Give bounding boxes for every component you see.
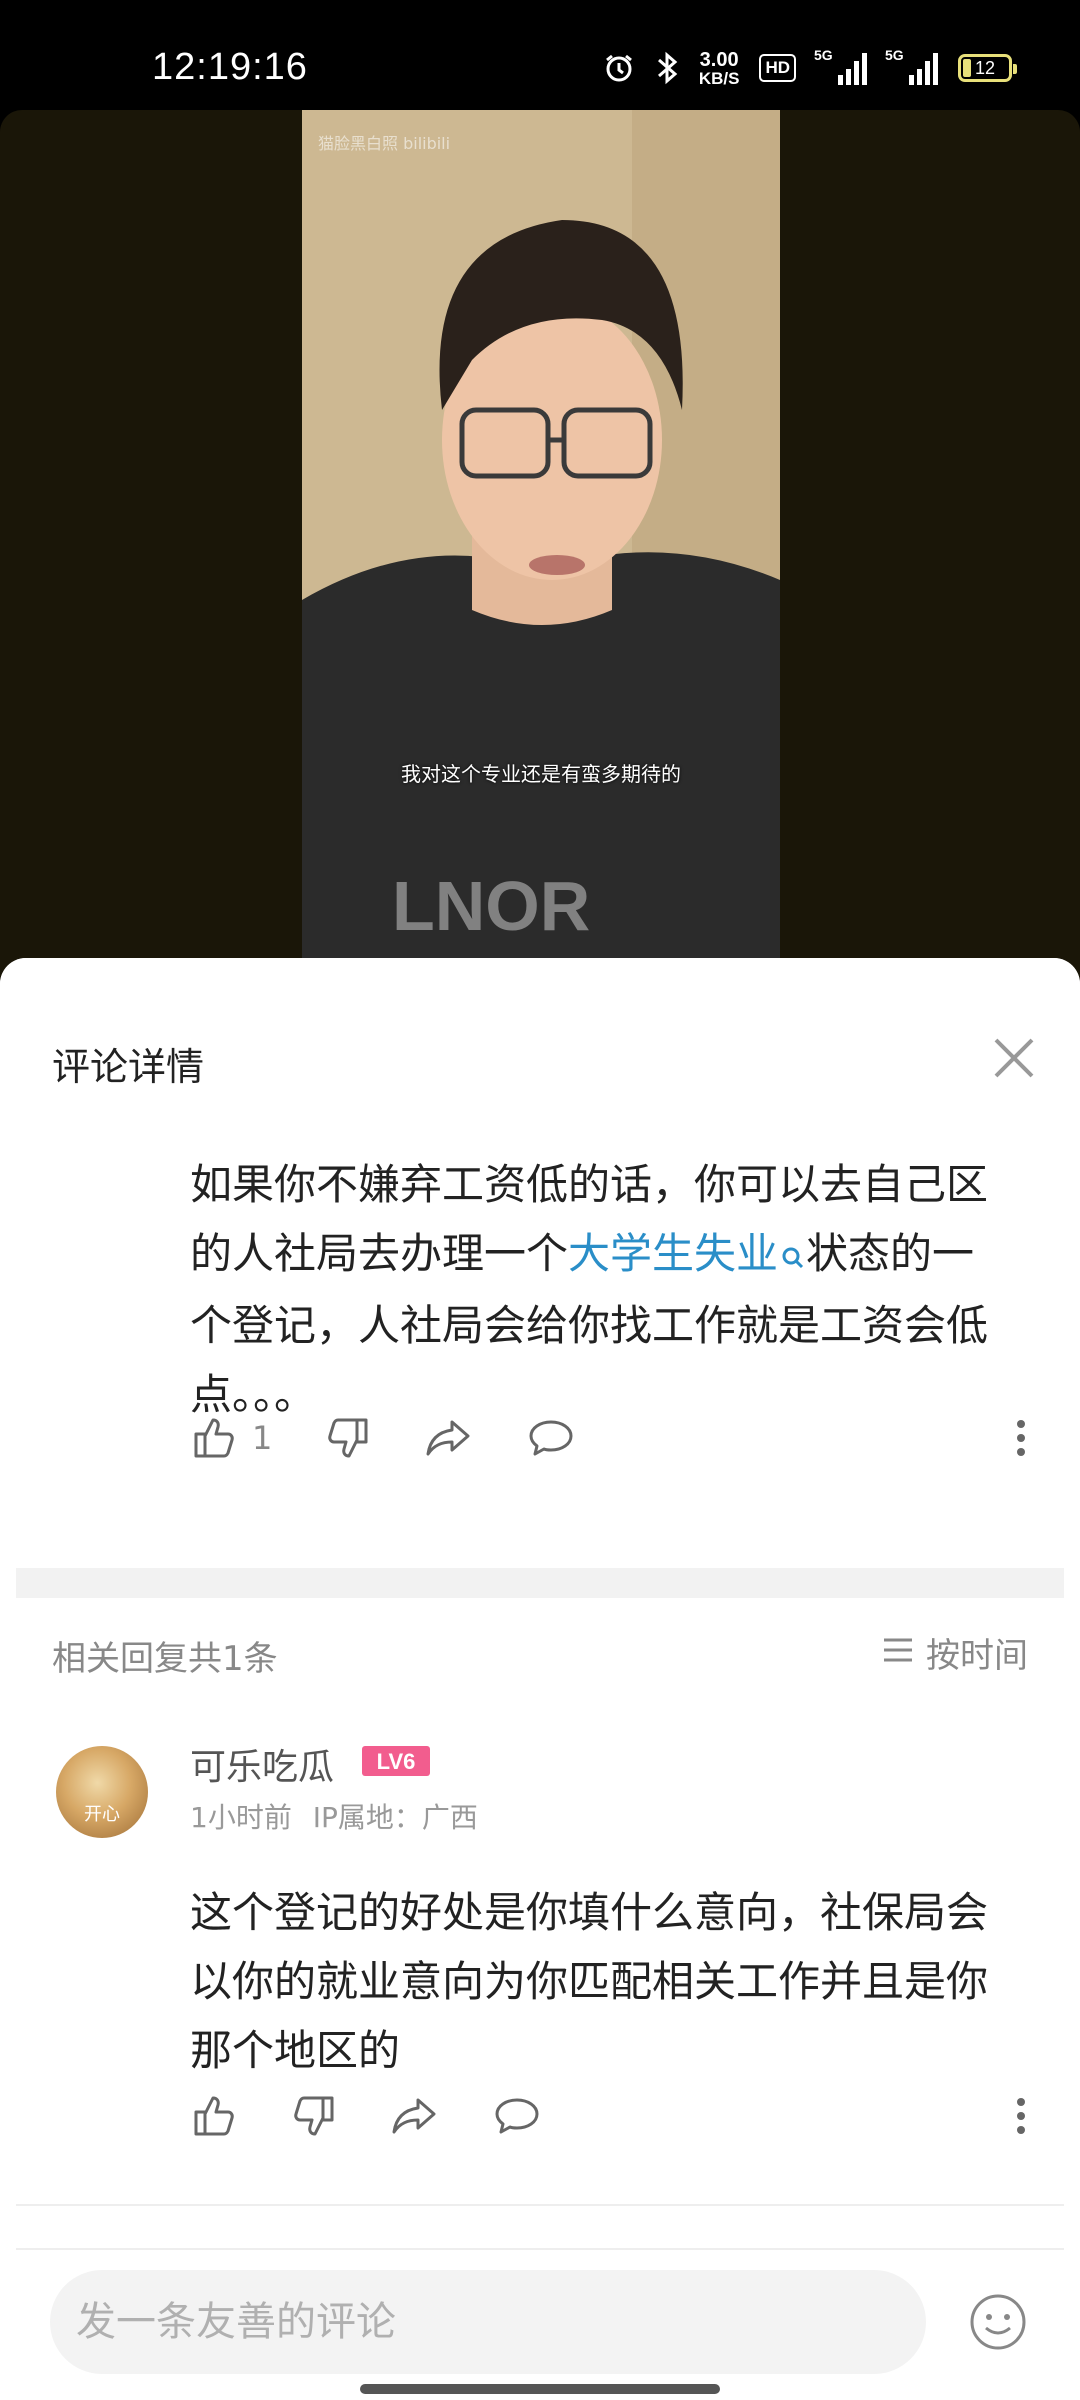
status-time: 12:19:16 xyxy=(152,46,308,88)
reply-ip-location: IP属地：广西 xyxy=(312,1801,478,1834)
more-vertical-icon xyxy=(1014,1414,1028,1462)
signal-icon: 5G xyxy=(814,47,867,85)
more-options-button[interactable] xyxy=(1014,1410,1028,1466)
hd-badge: HD xyxy=(759,54,796,82)
battery-icon: 12 xyxy=(958,54,1017,82)
reply-username[interactable]: 可乐吃瓜 xyxy=(190,1738,334,1790)
divider xyxy=(16,2248,1064,2250)
emoji-icon xyxy=(970,2294,1026,2350)
sort-lines-icon xyxy=(882,1633,914,1673)
divider xyxy=(16,2204,1064,2206)
keyword-link[interactable]: 大学生失业 xyxy=(568,1229,806,1278)
avatar[interactable]: 开心 xyxy=(56,1746,148,1838)
dislike-button[interactable] xyxy=(324,1410,372,1466)
dislike-button[interactable] xyxy=(290,2088,338,2144)
reply-button[interactable] xyxy=(526,1410,576,1466)
home-indicator[interactable] xyxy=(360,2384,720,2394)
close-icon xyxy=(994,1038,1034,1078)
faded-header-edge xyxy=(192,1128,572,1146)
like-button[interactable] xyxy=(190,2088,238,2144)
signal-icon-2: 5G xyxy=(885,47,938,85)
status-icons: 3.00 KB/S HD 5G 5G 12 xyxy=(603,47,1017,88)
video-watermark: 猫脸黑白照 bilibili xyxy=(318,134,451,153)
more-vertical-icon xyxy=(1014,2092,1028,2140)
bluetooth-icon xyxy=(655,51,679,85)
status-bar: 12:19:16 3.00 KB/S HD 5G 5G 12 xyxy=(0,0,1080,110)
chat-bubble-icon xyxy=(492,2092,542,2140)
search-icon xyxy=(780,1222,806,1291)
share-button[interactable] xyxy=(424,1410,474,1466)
reply-time: 1小时前 xyxy=(190,1801,292,1834)
comment-text: 如果你不嫌弃工资低的话，你可以去自己区的人社局去办理一个大学生失业 状态的一个登记… xyxy=(190,1160,989,1419)
share-arrow-icon xyxy=(424,1414,474,1462)
like-button[interactable]: 1 xyxy=(190,1410,272,1466)
comment-actions: 1 xyxy=(190,1410,576,1466)
level-badge: LV6 xyxy=(362,1746,430,1776)
section-divider xyxy=(16,1568,1064,1598)
video-subtitle: 我对这个专业还是有蛮多期待的 xyxy=(401,762,681,786)
reply-text: 这个登记的好处是你填什么意向，社保局会以你的就业意向为你匹配相关工作并且是你那个… xyxy=(190,1888,989,2075)
emoji-button[interactable] xyxy=(968,2292,1028,2352)
related-replies-count: 相关回复共1条 xyxy=(52,1639,278,1679)
thumbs-down-icon xyxy=(290,2092,338,2140)
comment-input-bar[interactable] xyxy=(50,2270,926,2374)
sheet-header: 评论详情 xyxy=(0,958,1080,1128)
reply-meta: 1小时前 IP属地：广西 xyxy=(190,1796,478,1836)
thumbs-up-icon xyxy=(190,2092,238,2140)
close-button[interactable] xyxy=(986,1030,1042,1086)
video-frame[interactable]: LNOR xyxy=(302,110,780,990)
share-arrow-icon xyxy=(390,2092,440,2140)
thumbs-down-icon xyxy=(324,1414,372,1462)
sheet-title: 评论详情 xyxy=(52,1045,205,1089)
svg-text:LNOR: LNOR xyxy=(392,867,590,945)
chat-bubble-icon xyxy=(526,1414,576,1462)
thumbs-up-icon xyxy=(190,1414,238,1462)
video-player[interactable]: LNOR 猫脸黑白照 bilibili 我对这个专业还是有蛮多期待的 xyxy=(0,110,1080,990)
share-button[interactable] xyxy=(390,2088,440,2144)
alarm-icon xyxy=(603,52,635,84)
like-count: 1 xyxy=(252,1419,273,1457)
video-person-illustration: LNOR xyxy=(302,110,780,990)
svg-text:LV6: LV6 xyxy=(377,1749,416,1774)
more-options-button[interactable] xyxy=(1014,2088,1028,2144)
comment-detail-sheet: 如果你不嫌弃工资低的话，你可以去自己区的人社局去办理一个大学生失业 状态的一个登记… xyxy=(0,958,1080,2400)
reply-button[interactable] xyxy=(492,2088,542,2144)
avatar-text: 开心 xyxy=(84,1804,120,1825)
reply-actions xyxy=(190,2088,542,2144)
net-speed: 3.00 KB/S xyxy=(698,48,740,88)
comment-input[interactable] xyxy=(76,2270,896,2374)
sort-button[interactable]: 按时间 xyxy=(882,1628,1028,1677)
